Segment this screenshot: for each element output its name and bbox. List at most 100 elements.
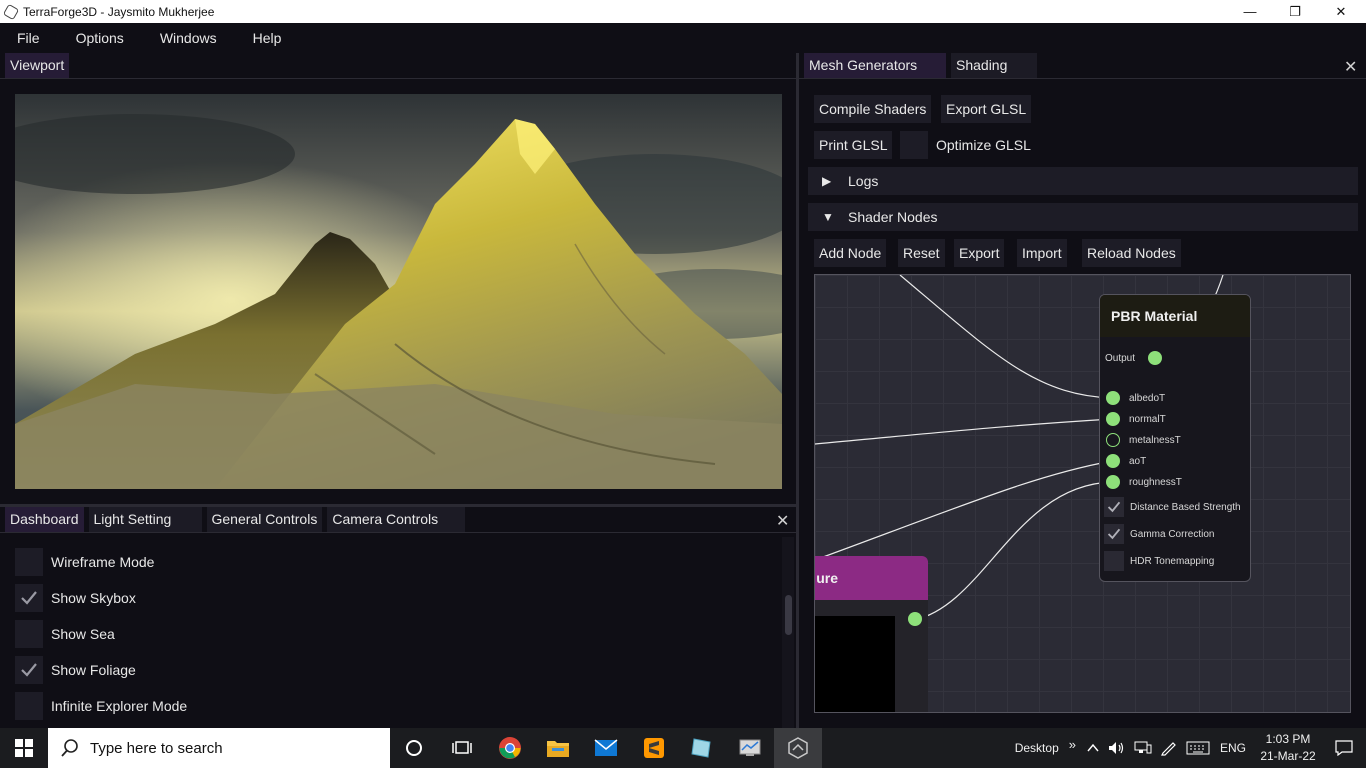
show-skybox-label: Show Skybox [51,590,136,606]
albedo-label: albedoT [1129,392,1166,404]
viewport-panel: Viewport [0,53,796,505]
tab-light-setting[interactable]: Light Setting [88,507,202,532]
viewport-tabstrip: Viewport [0,53,796,79]
normal-pin[interactable] [1106,412,1120,426]
tab-dashboard[interactable]: Dashboard [5,507,84,532]
roughness-label: roughnessT [1129,476,1182,488]
input-pin-row: metalnessT [1106,432,1181,448]
reload-nodes-button[interactable]: Reload Nodes [1082,239,1181,267]
input-pin-row: normalT [1106,411,1166,427]
tab-shading[interactable]: Shading [951,53,1037,78]
tab-viewport[interactable]: Viewport [5,53,70,78]
mail-icon [594,739,618,756]
windows-logo-icon [15,739,33,757]
show-foliage-checkbox[interactable] [15,656,43,684]
input-pin-row: roughnessT [1106,474,1182,490]
toolbar-overflow-icon[interactable]: » [1069,737,1076,752]
option-infinite-explorer-mode[interactable]: Infinite Explorer Mode [15,692,187,720]
checkmark-icon [1107,528,1121,540]
gamma-correction-checkbox[interactable] [1104,524,1124,544]
tab-mesh-generators[interactable]: Mesh Generators [804,53,946,78]
show-hidden-icons-chevron-icon[interactable] [1086,741,1100,755]
show-skybox-checkbox[interactable] [15,584,43,612]
menu-help[interactable]: Help [248,26,287,50]
add-node-button[interactable]: Add Node [814,239,887,267]
option-show-skybox[interactable]: Show Skybox [15,584,136,612]
dashboard-scrollbar-thumb[interactable] [785,595,792,635]
minimize-button[interactable]: — [1227,0,1273,23]
compile-shaders-button[interactable]: Compile Shaders [814,95,932,123]
node-editor-canvas[interactable]: PBR Material Output albedoT normalT meta… [814,274,1351,713]
infinite-explorer-mode-checkbox[interactable] [15,692,43,720]
wireframe-mode-checkbox[interactable] [15,548,43,576]
print-glsl-button[interactable]: Print GLSL [814,131,893,159]
desktop-toolbar-label[interactable]: Desktop [1015,741,1059,755]
tab-camera-controls[interactable]: Camera Controls [327,507,466,532]
show-sea-checkbox[interactable] [15,620,43,648]
file-explorer-taskbar-button[interactable] [534,728,582,768]
menu-windows[interactable]: Windows [155,26,222,50]
notes-taskbar-button[interactable] [678,728,726,768]
roughness-pin[interactable] [1106,475,1120,489]
distance-based-strength-checkbox[interactable] [1104,497,1124,517]
export-button[interactable]: Export [954,239,1005,267]
texture-node[interactable]: ure [815,556,928,712]
ao-pin[interactable] [1106,454,1120,468]
import-button[interactable]: Import [1017,239,1067,267]
input-language-indicator[interactable]: ENG [1220,741,1246,755]
shader-nodes-label: Shader Nodes [848,209,938,225]
optimize-glsl-label: Optimize GLSL [936,137,1031,153]
network-icon[interactable] [1134,741,1152,755]
hdr-tonemapping-checkbox[interactable] [1104,551,1124,571]
terrain-viewport-canvas[interactable] [15,94,782,489]
output-pin[interactable] [1148,351,1163,365]
show-sea-label: Show Sea [51,626,115,642]
sublime-text-taskbar-button[interactable] [630,728,678,768]
expand-arrow-icon: ▶ [822,174,832,188]
shading-close-button[interactable]: ✕ [1344,57,1357,77]
metalness-pin[interactable] [1106,433,1120,447]
mail-taskbar-button[interactable] [582,728,630,768]
option-wireframe-mode[interactable]: Wireframe Mode [15,548,154,576]
dashboard-close-button[interactable]: ✕ [776,511,789,531]
cortana-circle-icon [406,740,422,756]
volume-icon[interactable] [1108,741,1126,755]
menu-file[interactable]: File [12,26,45,50]
tab-general-controls[interactable]: General Controls [206,507,323,532]
search-placeholder: Type here to search [90,739,223,757]
terraforge-taskbar-button[interactable] [774,728,822,768]
taskbar-search-box[interactable]: Type here to search [48,728,390,768]
touch-keyboard-icon[interactable] [1186,741,1210,755]
task-view-button[interactable] [438,728,486,768]
logs-header[interactable]: ▶ Logs [808,167,1358,195]
chrome-taskbar-button[interactable] [486,728,534,768]
menu-options[interactable]: Options [71,26,129,50]
dashboard-panel: Dashboard Light Setting General Controls… [0,507,796,728]
optimize-glsl-checkbox[interactable] [900,131,928,159]
texture-preview [815,616,895,712]
start-button[interactable] [0,728,48,768]
pen-icon[interactable] [1160,740,1178,756]
cortana-button[interactable] [390,728,438,768]
hdr-tonemapping-option[interactable]: HDR Tonemapping [1104,551,1214,571]
export-glsl-button[interactable]: Export GLSL [941,95,1032,123]
close-window-button[interactable]: ✕ [1318,0,1364,23]
texture-output-pin[interactable] [908,612,922,626]
normal-label: normalT [1129,413,1166,425]
gamma-correction-option[interactable]: Gamma Correction [1104,524,1214,544]
system-monitor-taskbar-button[interactable] [726,728,774,768]
action-center-button[interactable] [1322,728,1366,768]
restore-button[interactable]: ❐ [1272,0,1318,23]
window-title: TerraForge3D - Jaysmito Mukherjee [23,4,215,19]
checkmark-icon [21,663,37,677]
pbr-material-node[interactable]: PBR Material Output albedoT normalT meta… [1099,294,1251,582]
option-show-sea[interactable]: Show Sea [15,620,115,648]
distance-based-strength-option[interactable]: Distance Based Strength [1104,497,1241,517]
hdr-tonemapping-label: HDR Tonemapping [1130,555,1215,567]
clock-time: 1:03 PM [1265,732,1311,746]
shader-nodes-header[interactable]: ▼ Shader Nodes [808,203,1358,231]
reset-button[interactable]: Reset [898,239,945,267]
taskbar-clock[interactable]: 1:03 PM 21-Mar-22 [1254,731,1322,765]
albedo-pin[interactable] [1106,391,1120,405]
option-show-foliage[interactable]: Show Foliage [15,656,136,684]
